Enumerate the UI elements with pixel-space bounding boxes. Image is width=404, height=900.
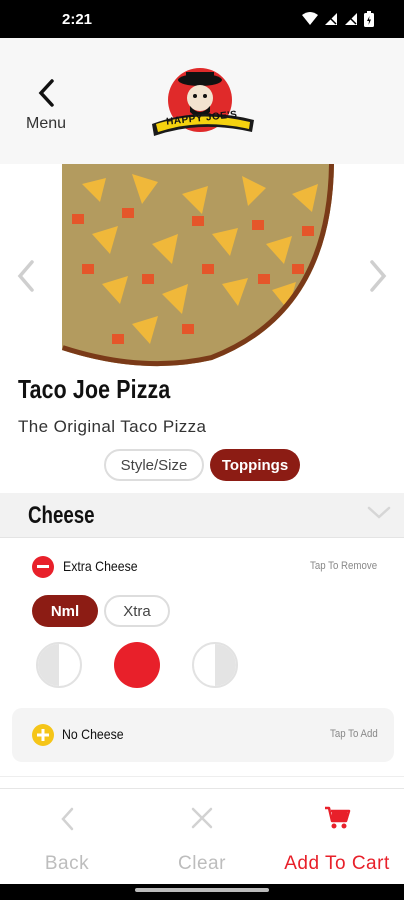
remove-icon[interactable]: [32, 556, 54, 578]
topping-action-hint: Tap To Remove: [310, 560, 378, 572]
product-image-carousel: [0, 164, 404, 372]
divider: [0, 776, 404, 777]
tab-toppings[interactable]: Toppings: [210, 449, 300, 481]
status-icons: [302, 11, 374, 27]
back-to-menu-button[interactable]: Menu: [20, 78, 72, 133]
whole-option[interactable]: [114, 642, 160, 688]
add-to-cart-label: Add To Cart: [284, 853, 390, 874]
signal-icon: [325, 13, 337, 25]
topping-action-hint: Tap To Add: [330, 728, 378, 740]
next-image-arrow-icon[interactable]: [366, 258, 390, 294]
topping-row-no-cheese[interactable]: No Cheese Tap To Add: [12, 708, 394, 762]
clear-label: Clear: [178, 853, 226, 874]
wifi-icon: [302, 12, 318, 25]
system-nav-bar: [0, 884, 404, 900]
topping-name: No Cheese: [62, 726, 124, 742]
chevron-left-icon: [38, 79, 54, 107]
signal-icon: [345, 13, 357, 25]
amount-selector: Nml Xtra: [32, 595, 170, 627]
happy-joes-logo: HAPPY JOE'S: [150, 66, 256, 138]
close-icon: [191, 807, 213, 829]
home-gesture-handle[interactable]: [135, 888, 269, 892]
right-half-option[interactable]: [192, 642, 238, 688]
amount-extra-button[interactable]: Xtra: [104, 595, 170, 627]
status-time: 2:21: [62, 10, 93, 28]
previous-image-arrow-icon[interactable]: [14, 258, 38, 294]
pizza-image: [62, 164, 334, 367]
product-description: The Original Taco Pizza: [18, 417, 207, 436]
back-menu-label: Menu: [25, 115, 67, 132]
back-label: Back: [44, 853, 90, 874]
cheese-section-header[interactable]: Cheese: [0, 493, 404, 538]
option-tabs: Style/Size Toppings: [104, 449, 300, 481]
add-to-cart-button[interactable]: Add To Cart: [270, 789, 404, 885]
chevron-down-icon[interactable]: [366, 503, 392, 523]
status-bar: 2:21: [0, 0, 404, 38]
amount-normal-button[interactable]: Nml: [32, 595, 98, 627]
battery-icon: [364, 11, 374, 27]
add-icon[interactable]: [32, 724, 54, 746]
chevron-left-icon: [61, 807, 74, 831]
clear-button[interactable]: Clear: [135, 789, 269, 885]
tab-style-size[interactable]: Style/Size: [104, 449, 204, 481]
app-header: Menu HAPPY JOE'S: [0, 38, 404, 164]
cart-icon: [325, 806, 351, 829]
bottom-action-bar: Back Clear Add To Cart: [0, 788, 404, 885]
topping-name: Extra Cheese: [63, 558, 138, 574]
portion-selector: [36, 642, 238, 688]
product-title: Taco Joe Pizza: [18, 374, 171, 404]
left-half-option[interactable]: [36, 642, 82, 688]
back-button[interactable]: Back: [0, 789, 134, 885]
section-title: Cheese: [28, 502, 95, 529]
topping-row-extra-cheese[interactable]: Extra Cheese Tap To Remove: [0, 548, 404, 586]
